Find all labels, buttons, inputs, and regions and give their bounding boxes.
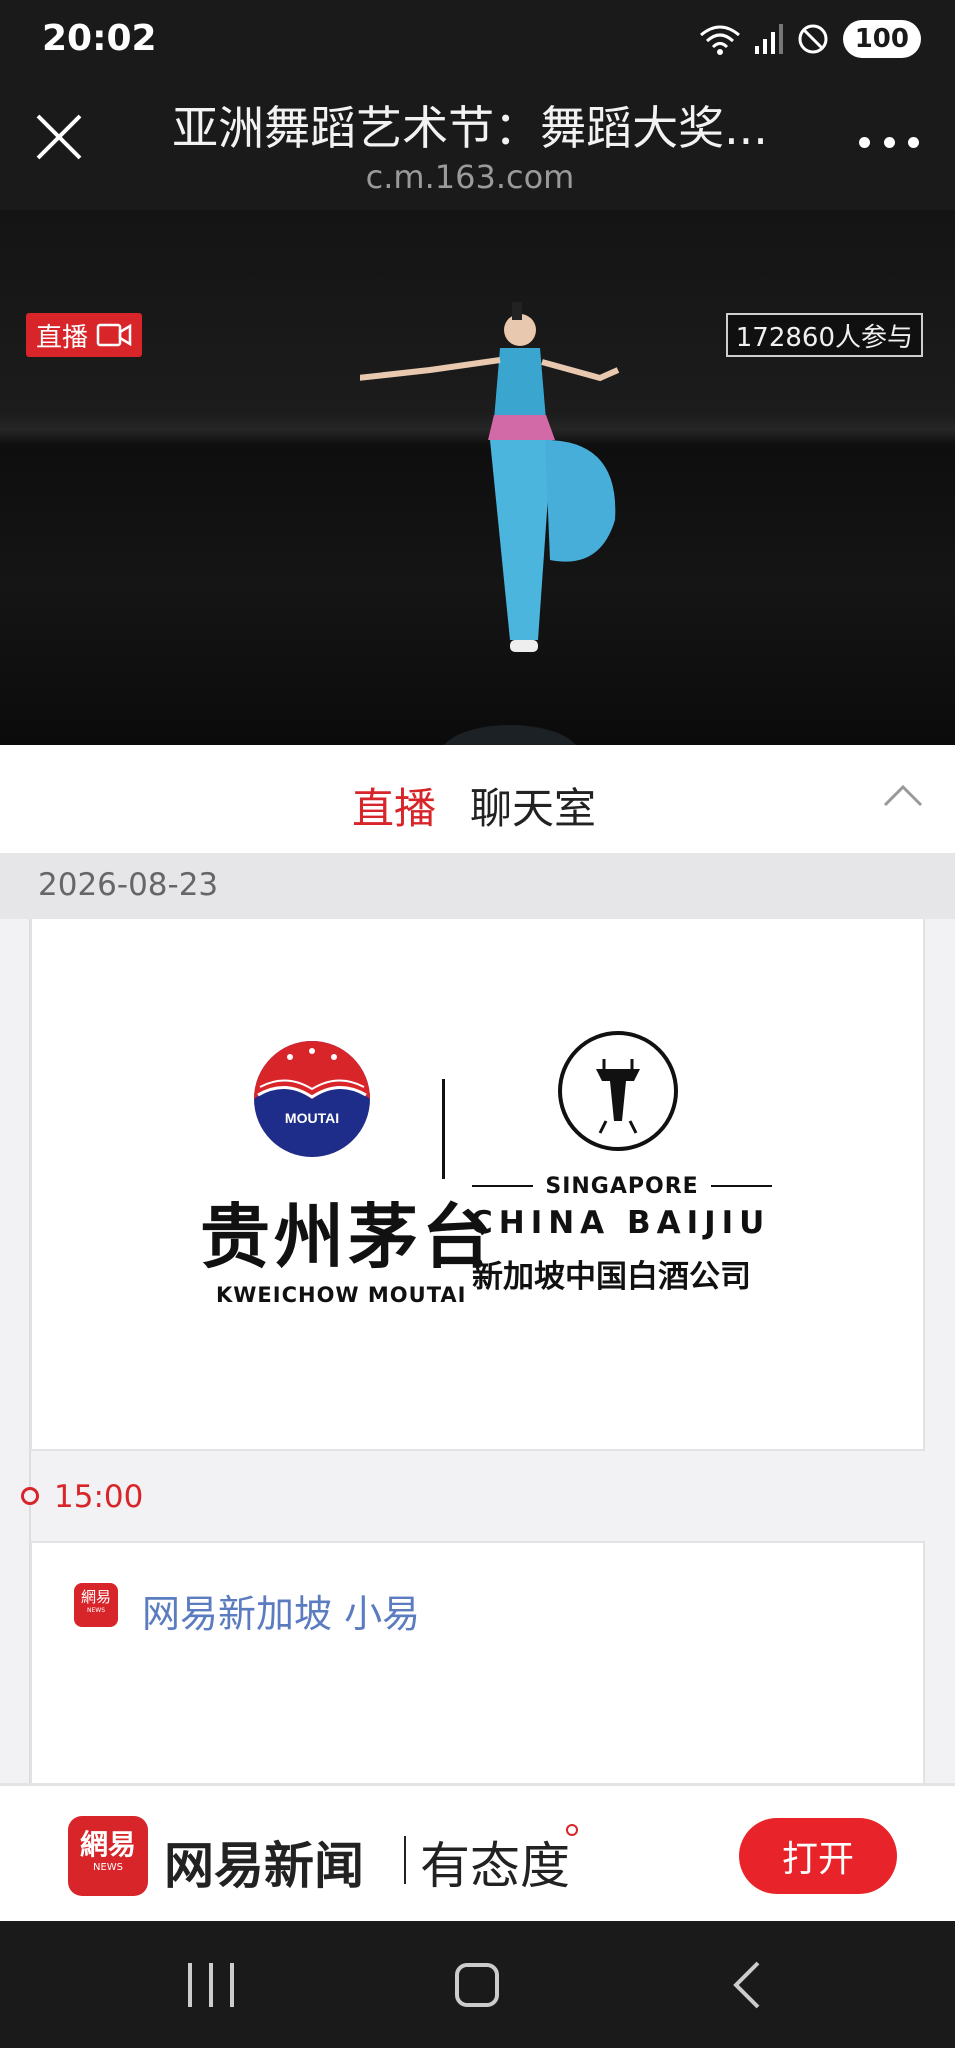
more-options-icon[interactable] — [859, 132, 919, 152]
app-slogan: 有态度 — [420, 1837, 570, 1895]
post-time: 15:00 — [54, 1479, 144, 1515]
live-feed[interactable]: 2026-08-23 MOUTAI 贵州茅台 KWEICHOW MOUTAI S… — [0, 853, 955, 1783]
tab-live[interactable]: 直播 — [352, 775, 436, 836]
video-frame — [360, 302, 620, 745]
recent-apps-icon[interactable] — [188, 1963, 234, 2007]
tab-chat-room[interactable]: 聊天室 — [470, 775, 596, 836]
singapore-text: SINGAPORE — [545, 1173, 699, 1199]
moutai-english-name: KWEICHOW MOUTAI — [216, 1283, 467, 1307]
back-icon[interactable] — [728, 1959, 768, 2011]
tab-bar: 直播 聊天室 — [0, 745, 955, 853]
moutai-emblem-text: MOUTAI — [285, 1110, 339, 1126]
author-avatar-sub: NEWS — [86, 1607, 106, 1614]
do-not-disturb-icon — [798, 24, 828, 54]
post-card[interactable]: 網易 NEWS 网易新加坡 小易 — [30, 1541, 925, 1783]
china-baijiu-english: CHINA BAIJIU — [470, 1205, 771, 1241]
moutai-logo: MOUTAI — [254, 1041, 370, 1157]
app-download-banner: 網易 NEWS 网易新闻 有态度 打开 — [0, 1783, 955, 1921]
page-title: 亚洲舞蹈艺术节：舞蹈大奖... — [172, 101, 768, 155]
author-avatar: 網易 NEWS — [74, 1583, 118, 1627]
live-badge: 直播 — [26, 313, 143, 357]
viewer-count: 172860人参与 — [725, 313, 923, 357]
moutai-chinese-name: 贵州茅台 — [200, 1195, 496, 1278]
sponsor-card: MOUTAI 贵州茅台 KWEICHOW MOUTAI SINGAPORE CH… — [30, 919, 925, 1451]
author-name[interactable]: 网易新加坡 小易 — [142, 1583, 420, 1638]
app-logo-text: 網易 — [79, 1828, 136, 1861]
status-icons: 100 — [699, 20, 921, 58]
app-name: 网易新闻 — [164, 1837, 364, 1895]
china-baijiu-logo — [558, 1031, 678, 1151]
singapore-label: SINGAPORE — [472, 1171, 773, 1201]
video-camera-icon — [96, 323, 132, 347]
app-name-separator — [404, 1836, 406, 1884]
open-app-button[interactable]: 打开 — [739, 1818, 897, 1894]
close-icon[interactable] — [32, 110, 86, 164]
browser-header: 亚洲舞蹈艺术节：舞蹈大奖... c.m.163.com — [0, 80, 955, 210]
status-bar: 20:02 100 — [0, 0, 955, 80]
live-badge-label: 直播 — [36, 322, 89, 353]
feed-date: 2026-08-23 — [38, 867, 219, 903]
chevron-up-icon[interactable] — [881, 781, 925, 811]
battery-icon: 100 — [842, 20, 921, 58]
system-nav-bar — [0, 1921, 955, 2048]
page-url: c.m.163.com — [365, 158, 575, 196]
logo-divider — [442, 1079, 445, 1179]
registered-mark-icon — [566, 1824, 578, 1836]
app-logo-sub: NEWS — [92, 1862, 124, 1873]
home-icon[interactable] — [455, 1963, 499, 2007]
date-header: 2026-08-23 — [0, 853, 955, 919]
china-baijiu-chinese: 新加坡中国白酒公司 — [472, 1259, 751, 1295]
wifi-icon — [699, 25, 740, 55]
live-video-player[interactable]: 直播 172860人参与 — [0, 210, 955, 745]
timeline-dot — [21, 1487, 39, 1505]
signal-icon — [754, 24, 783, 54]
author-avatar-text: 網易 — [80, 1588, 111, 1606]
netease-news-logo: 網易 NEWS — [68, 1816, 148, 1896]
status-time: 20:02 — [42, 18, 157, 59]
